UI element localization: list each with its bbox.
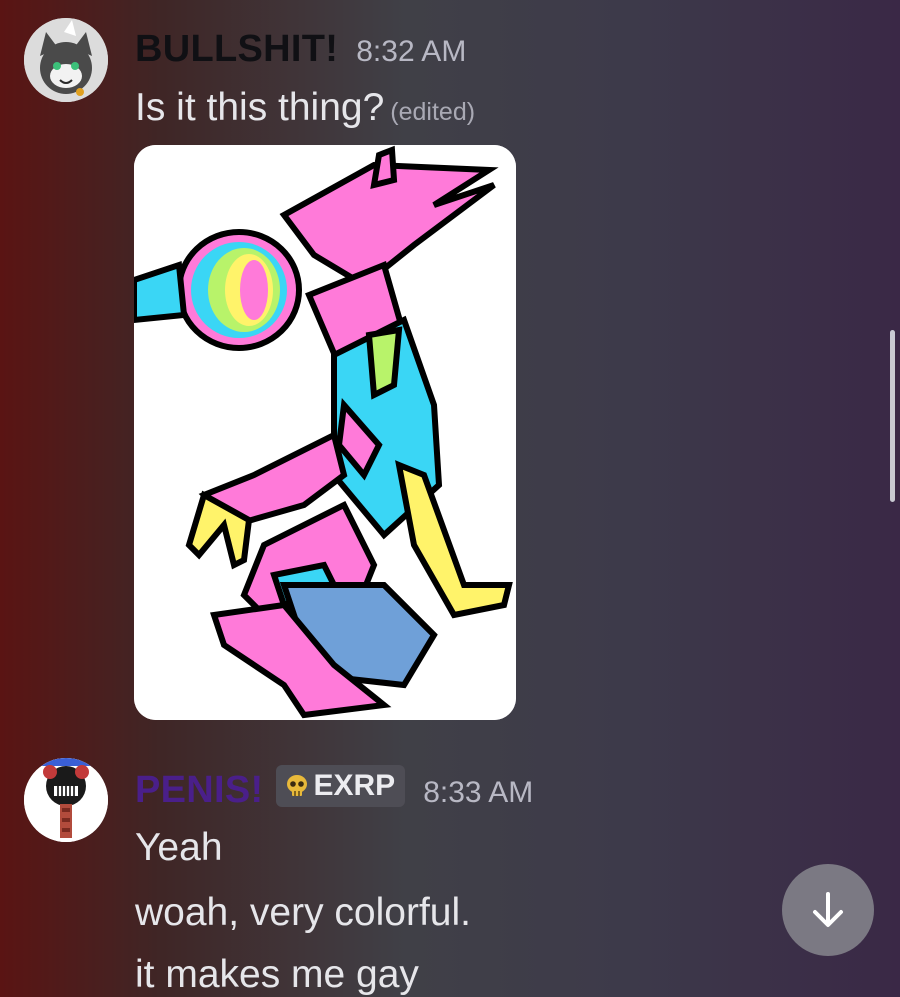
edited-label: (edited)	[390, 98, 476, 126]
username[interactable]: PENIS!	[135, 769, 264, 812]
timestamp: 8:32 AM	[356, 35, 467, 68]
username[interactable]: BULLSHIT!	[135, 28, 338, 71]
avatar[interactable]	[24, 758, 108, 842]
message-text: Is it this thing?	[135, 86, 385, 129]
server-tag[interactable]: EXRP	[275, 765, 406, 807]
jump-to-present-button[interactable]	[782, 864, 874, 956]
avatar[interactable]	[24, 18, 108, 102]
skull-icon	[286, 775, 307, 796]
tag-label: EXRP	[313, 769, 396, 802]
pixel-art-figure-image	[134, 145, 516, 720]
arrow-down-icon	[813, 892, 843, 927]
timestamp: 8:33 AM	[423, 776, 534, 809]
scrollbar[interactable]	[890, 330, 895, 502]
message-text-line: Is it this thing? (edited)	[135, 86, 475, 130]
message-text: it makes me gay	[135, 953, 419, 996]
image-attachment[interactable]	[134, 145, 516, 720]
message-text: woah, very colorful.	[135, 891, 471, 934]
message-text: Yeah	[135, 826, 223, 869]
